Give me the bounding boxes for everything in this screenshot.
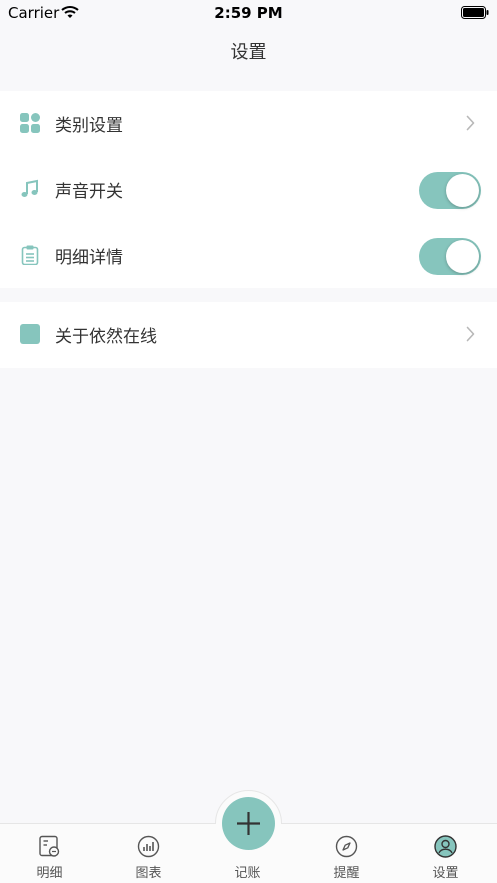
- tab-label: 设置: [432, 866, 459, 881]
- detail-toggle[interactable]: [419, 238, 481, 275]
- battery-icon: [461, 6, 489, 19]
- tab-chart[interactable]: 图表: [99, 824, 198, 883]
- detail-info-row: 明细详情: [0, 223, 497, 289]
- category-settings-row[interactable]: 类别设置: [0, 91, 497, 157]
- tab-ledger[interactable]: 明细: [0, 824, 99, 883]
- plus-icon: [237, 812, 260, 835]
- tab-label: 提醒: [333, 866, 360, 881]
- status-bar: Carrier 2:59 PM: [0, 0, 497, 26]
- tab-settings[interactable]: 设置: [396, 824, 495, 883]
- category-settings-label: 类别设置: [55, 116, 123, 136]
- profile-icon: [434, 835, 457, 858]
- detail-info-label: 明细详情: [55, 248, 123, 268]
- tab-label: 记账: [234, 866, 261, 881]
- chart-icon: [137, 835, 160, 858]
- toggle-knob: [446, 174, 479, 207]
- sound-switch-row: 声音开关: [0, 157, 497, 223]
- page-title: 设置: [230, 42, 267, 63]
- add-record-button[interactable]: [222, 797, 275, 850]
- tab-label: 图表: [135, 866, 162, 881]
- about-row[interactable]: 关于依然在线: [0, 302, 497, 368]
- settings-group-about: 关于依然在线: [0, 302, 497, 368]
- clipboard-icon: [21, 245, 39, 265]
- tab-reminder[interactable]: 提醒: [297, 824, 396, 883]
- clock: 2:59 PM: [214, 4, 283, 22]
- settings-group-main: 类别设置 声音开关 明细详情: [0, 91, 497, 288]
- toggle-knob: [446, 240, 479, 273]
- tab-label: 明细: [36, 866, 63, 881]
- compass-icon: [335, 835, 358, 858]
- about-label: 关于依然在线: [55, 327, 157, 347]
- sound-toggle[interactable]: [419, 172, 481, 209]
- chevron-right-icon: [466, 115, 475, 131]
- category-grid-icon: [20, 113, 40, 133]
- square-icon: [20, 324, 40, 344]
- chevron-right-icon: [466, 326, 475, 342]
- ledger-icon: [39, 835, 60, 857]
- music-note-icon: [21, 179, 38, 197]
- sound-switch-label: 声音开关: [55, 182, 123, 202]
